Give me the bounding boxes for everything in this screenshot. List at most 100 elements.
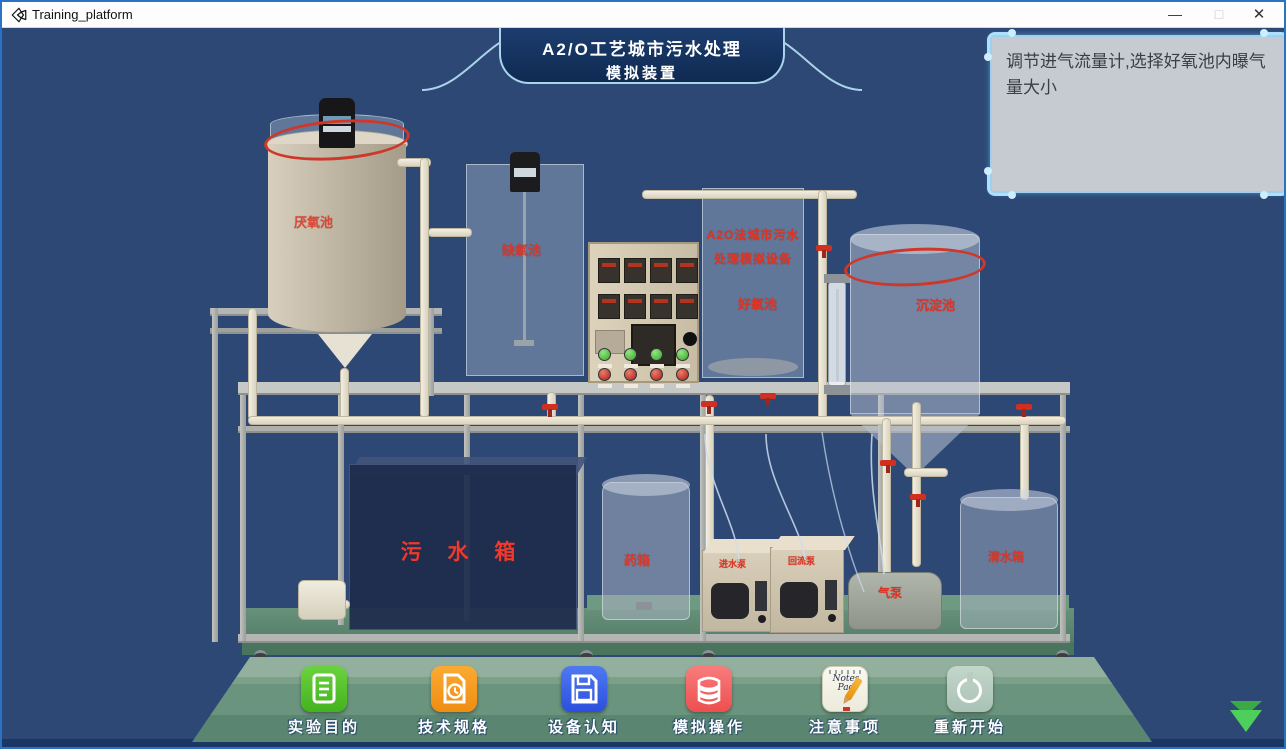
peristaltic-pump[interactable]: 进水泵 [702, 550, 774, 632]
maximize-button[interactable]: □ [1198, 2, 1240, 27]
panel-green-button[interactable] [676, 348, 689, 361]
panel-meter [676, 258, 698, 283]
window-title: Training_platform [32, 7, 133, 22]
valve-handle[interactable] [880, 460, 896, 466]
collapse-chevron-icon[interactable] [1224, 696, 1268, 736]
button-label: 重新开始 [910, 716, 1030, 737]
anaerobic-tank-body [268, 144, 406, 332]
document-lines-icon [301, 666, 347, 712]
instruction-text: 调节进气流量计,选择好氧池内曝气量大小 [1006, 49, 1270, 102]
button-label: 实验目的 [264, 716, 384, 737]
pipe-segment [248, 308, 257, 420]
frame-bar [238, 634, 1070, 643]
close-button[interactable]: ✕ [1238, 2, 1280, 27]
aeration-diffuser [708, 358, 798, 376]
stirrer-shaft [523, 192, 526, 342]
button-label: 设备认知 [524, 716, 644, 737]
aerobic-tank-label: 好氧池 [738, 294, 777, 313]
reflux-pump-label: 回流泵 [788, 554, 815, 567]
panel-meter [624, 294, 646, 319]
device-title-line1: A2O法城市污水 [700, 226, 806, 243]
pipe-segment [904, 468, 948, 477]
panel-meter [598, 258, 620, 283]
button-simulation-operation[interactable]: 模拟操作 [649, 666, 769, 736]
banner-title-line1: A2/O工艺城市污水处理 [501, 35, 783, 60]
banner-title-line2: 模拟装置 [501, 62, 783, 83]
inlet-pump-label: 进水泵 [719, 557, 746, 570]
air-pump[interactable] [848, 572, 942, 630]
panel-ornament [987, 170, 1013, 196]
unity-logo-icon [10, 6, 28, 24]
panel-green-button[interactable] [624, 348, 637, 361]
valve-handle[interactable] [1016, 404, 1032, 410]
anaerobic-tank-label: 厌氧池 [294, 212, 333, 231]
panel-ornament [987, 32, 1013, 58]
document-clock-icon [431, 666, 477, 712]
control-panel [588, 242, 699, 383]
frame-post [240, 395, 246, 641]
sedimentation-tank-label: 沉淀池 [916, 295, 955, 314]
panel-green-button[interactable] [598, 348, 611, 361]
pipe-segment [428, 228, 472, 237]
notes-pad-icon: Notes Pad [822, 666, 868, 712]
notepad-mark [843, 707, 850, 711]
pipe-segment [912, 402, 921, 567]
page-title-banner: A2/O工艺城市污水处理 模拟装置 [499, 28, 785, 84]
button-experiment-purpose[interactable]: 实验目的 [264, 666, 384, 736]
button-equipment-cognition[interactable]: 设备认知 [524, 666, 644, 736]
motor-label-plate [514, 168, 536, 177]
button-restart[interactable]: 重新开始 [910, 666, 1030, 736]
notepad-text: Notes Pad [823, 675, 869, 694]
sewage-tank-label: 污 水 箱 [349, 536, 577, 566]
chemical-tank-valve[interactable] [636, 602, 652, 610]
button-technical-specs[interactable]: 技术规格 [394, 666, 514, 736]
peristaltic-pump[interactable]: 回流泵 [770, 547, 844, 633]
feed-pump[interactable] [298, 580, 346, 620]
air-pump-label: 气泵 [878, 584, 902, 601]
button-label: 注意事项 [785, 716, 905, 737]
panel-meter [624, 258, 646, 283]
panel-meter [598, 294, 620, 319]
panel-meter [676, 294, 698, 319]
panel-red-button[interactable] [676, 368, 689, 381]
aerobic-tank-body [702, 188, 804, 378]
button-label: 技术规格 [394, 716, 514, 737]
pipe-segment [1020, 416, 1029, 500]
panel-red-button[interactable] [650, 368, 663, 381]
stacked-layers-icon [686, 666, 732, 712]
device-title-line2: 处理模拟设备 [700, 250, 806, 267]
chemical-tank-label: 药箱 [624, 550, 650, 569]
button-label: 模拟操作 [649, 716, 769, 737]
panel-red-button[interactable] [624, 368, 637, 381]
clean-water-tank-label: 清水箱 [988, 548, 1024, 565]
air-flowmeter[interactable] [828, 282, 846, 386]
valve-handle[interactable] [760, 393, 776, 399]
pipe-segment [420, 158, 429, 418]
floppy-disk-icon [561, 666, 607, 712]
tank-funnel [318, 334, 372, 368]
frame-post [578, 395, 584, 641]
instruction-panel: 调节进气流量计,选择好氧池内曝气量大小 [990, 35, 1286, 193]
titlebar: Training_platform — □ ✕ [2, 2, 1284, 28]
minimize-button[interactable]: — [1154, 2, 1196, 27]
power-stem [967, 672, 973, 687]
pipe-segment [882, 418, 891, 576]
clean-water-tank-lid [960, 489, 1058, 511]
button-precautions[interactable]: Notes Pad 注意事项 [785, 666, 905, 736]
power-icon [947, 666, 993, 712]
flowmeter-fitting [824, 385, 850, 394]
panel-knob [683, 332, 697, 346]
pipe-segment [340, 368, 349, 420]
panel-meter [650, 294, 672, 319]
valve-handle[interactable] [542, 404, 558, 410]
chemical-tank-lid [602, 474, 690, 496]
green-deck-front [242, 642, 1074, 655]
panel-meter [650, 258, 672, 283]
valve-handle[interactable] [701, 401, 717, 407]
pipe-segment [248, 416, 1066, 425]
panel-ornament [1263, 170, 1286, 196]
valve-handle[interactable] [910, 494, 926, 500]
panel-green-button[interactable] [650, 348, 663, 361]
panel-red-button[interactable] [598, 368, 611, 381]
valve-handle[interactable] [816, 245, 832, 251]
